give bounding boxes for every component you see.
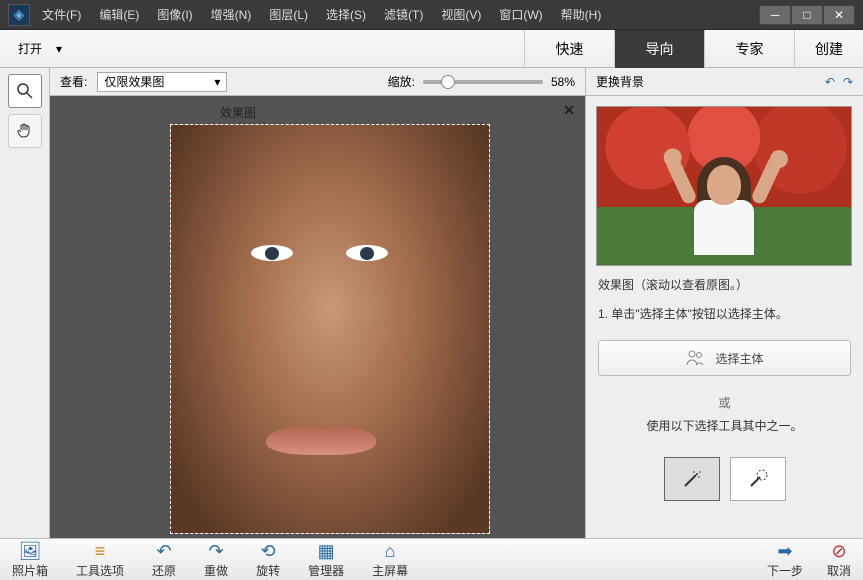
organizer-label: 管理器 — [308, 562, 344, 579]
minimize-button[interactable]: ─ — [759, 5, 791, 25]
menu-help[interactable]: 帮助(H) — [561, 6, 602, 23]
cancel-label: 取消 — [827, 562, 851, 579]
undo-button[interactable]: ↶ 还原 — [152, 541, 176, 579]
rotate-button[interactable]: ⟲ 旋转 — [256, 541, 280, 579]
home-button[interactable]: ⌂ 主屏幕 — [372, 541, 408, 579]
menu-items: 文件(F) 编辑(E) 图像(I) 增强(N) 图层(L) 选择(S) 滤镜(T… — [42, 6, 759, 23]
menu-window[interactable]: 窗口(W) — [499, 6, 542, 23]
wand-icon — [680, 467, 704, 491]
close-button[interactable]: ✕ — [823, 5, 855, 25]
organizer-button[interactable]: ▦ 管理器 — [308, 541, 344, 579]
menu-filter[interactable]: 滤镜(T) — [384, 6, 423, 23]
content: 查看: 仅限效果图 ▾ 缩放: 58% 效果图 ✕ — [0, 68, 863, 538]
redo-label: 重做 — [204, 562, 228, 579]
tool-options-label: 工具选项 — [76, 562, 124, 579]
people-icon — [685, 350, 705, 366]
select-subject-button[interactable]: 选择主体 — [598, 340, 851, 376]
face-eye-right — [346, 245, 388, 261]
mode-toolbar: 打开 ▾ 快速 导向 专家 创建 — [0, 30, 863, 68]
sample-image[interactable] — [596, 106, 852, 266]
maximize-button[interactable]: □ — [791, 5, 823, 25]
home-label: 主屏幕 — [372, 562, 408, 579]
zoom-slider[interactable] — [423, 80, 543, 84]
photo-bin-label: 照片箱 — [12, 562, 48, 579]
zoom-tool[interactable] — [8, 74, 42, 108]
wand-dashed-icon — [746, 467, 770, 491]
chevron-down-icon: ▾ — [56, 42, 62, 56]
create-button[interactable]: 创建 — [794, 30, 863, 68]
redo-icon[interactable]: ↷ — [843, 75, 853, 89]
zoom-label: 缩放: — [388, 73, 415, 90]
view-select[interactable]: 仅限效果图 ▾ — [97, 72, 227, 92]
mode-quick[interactable]: 快速 — [524, 30, 614, 68]
mode-expert[interactable]: 专家 — [704, 30, 794, 68]
menu-edit[interactable]: 编辑(E) — [99, 6, 139, 23]
undo-icon[interactable]: ↶ — [825, 75, 835, 89]
menu-enhance[interactable]: 增强(N) — [211, 6, 252, 23]
menu-file[interactable]: 文件(F) — [42, 6, 81, 23]
open-label: 打开 — [18, 40, 42, 57]
rotate-icon: ⟲ — [261, 541, 276, 561]
photo-bin-icon: 🖼 — [19, 541, 42, 561]
face-shading — [171, 125, 489, 533]
zoom-value: 58% — [551, 75, 575, 89]
menu-select[interactable]: 选择(S) — [326, 6, 366, 23]
home-icon: ⌂ — [385, 541, 396, 561]
guide-panel: 更换背景 ↶ ↷ 效果图（滚动以查看原图。） 1. 单击"选择主体"按钮以选择主… — [585, 68, 863, 538]
tool-column — [0, 68, 50, 538]
redo-button[interactable]: ↷ 重做 — [204, 541, 228, 579]
menu-image[interactable]: 图像(I) — [157, 6, 192, 23]
magnifier-icon — [15, 81, 35, 101]
panel-hint: 效果图（滚动以查看原图。） — [586, 276, 863, 305]
grid-icon: ▦ — [318, 541, 335, 561]
menu-layer[interactable]: 图层(L) — [269, 6, 308, 23]
photo-bin-button[interactable]: 🖼 照片箱 — [12, 541, 48, 579]
canvas-header: 查看: 仅限效果图 ▾ 缩放: 58% — [50, 68, 585, 96]
rotate-label: 旋转 — [256, 562, 280, 579]
sample-person — [669, 135, 779, 255]
arrow-right-icon: ➡ — [777, 541, 792, 561]
panel-header: 更换背景 ↶ ↷ — [586, 68, 863, 96]
face-lips — [266, 425, 376, 455]
hand-icon — [15, 121, 35, 141]
next-label: 下一步 — [767, 562, 803, 579]
chevron-down-icon: ▾ — [214, 75, 220, 89]
face-eye-left — [251, 245, 293, 261]
hand-tool[interactable] — [8, 114, 42, 148]
undo-arrow-icon: ↶ — [156, 541, 171, 561]
canvas-body: 效果图 ✕ — [50, 96, 585, 538]
window-controls: ─ □ ✕ — [759, 5, 855, 25]
zoom-area: 缩放: 58% — [388, 73, 575, 90]
zoom-thumb[interactable] — [441, 75, 455, 89]
undo-label: 还原 — [152, 562, 176, 579]
tool-options-button[interactable]: ≡ 工具选项 — [76, 541, 124, 579]
bottom-bar: 🖼 照片箱 ≡ 工具选项 ↶ 还原 ↷ 重做 ⟲ 旋转 ▦ 管理器 ⌂ 主屏幕 … — [0, 538, 863, 580]
canvas-area: 查看: 仅限效果图 ▾ 缩放: 58% 效果图 ✕ — [50, 68, 585, 538]
or-text: 或 — [586, 394, 863, 411]
app-icon: ◈ — [8, 4, 30, 26]
menu-view[interactable]: 视图(V) — [441, 6, 481, 23]
selection-tools — [586, 457, 863, 501]
view-select-value: 仅限效果图 — [104, 73, 164, 90]
mode-guided[interactable]: 导向 — [614, 30, 704, 68]
next-button[interactable]: ➡ 下一步 — [767, 541, 803, 579]
quick-select-tool[interactable] — [664, 457, 720, 501]
view-label: 查看: — [60, 73, 87, 90]
open-button[interactable]: 打开 ▾ — [0, 40, 80, 57]
cancel-icon: ⊘ — [831, 541, 846, 561]
select-subject-label: 选择主体 — [715, 350, 763, 367]
alt-tools-text: 使用以下选择工具其中之一。 — [586, 417, 863, 446]
cancel-button[interactable]: ⊘ 取消 — [827, 541, 851, 579]
canvas-close[interactable]: ✕ — [563, 102, 575, 119]
panel-title: 更换背景 — [596, 73, 644, 90]
mode-tabs: 快速 导向 专家 — [524, 30, 794, 68]
menubar: ◈ 文件(F) 编辑(E) 图像(I) 增强(N) 图层(L) 选择(S) 滤镜… — [0, 0, 863, 30]
canvas-title: 效果图 — [220, 104, 256, 121]
sliders-icon: ≡ — [95, 541, 106, 561]
panel-step1: 1. 单击"选择主体"按钮以选择主体。 — [586, 305, 863, 334]
canvas-image[interactable] — [170, 124, 490, 534]
redo-arrow-icon: ↷ — [209, 541, 224, 561]
brush-select-tool[interactable] — [730, 457, 786, 501]
